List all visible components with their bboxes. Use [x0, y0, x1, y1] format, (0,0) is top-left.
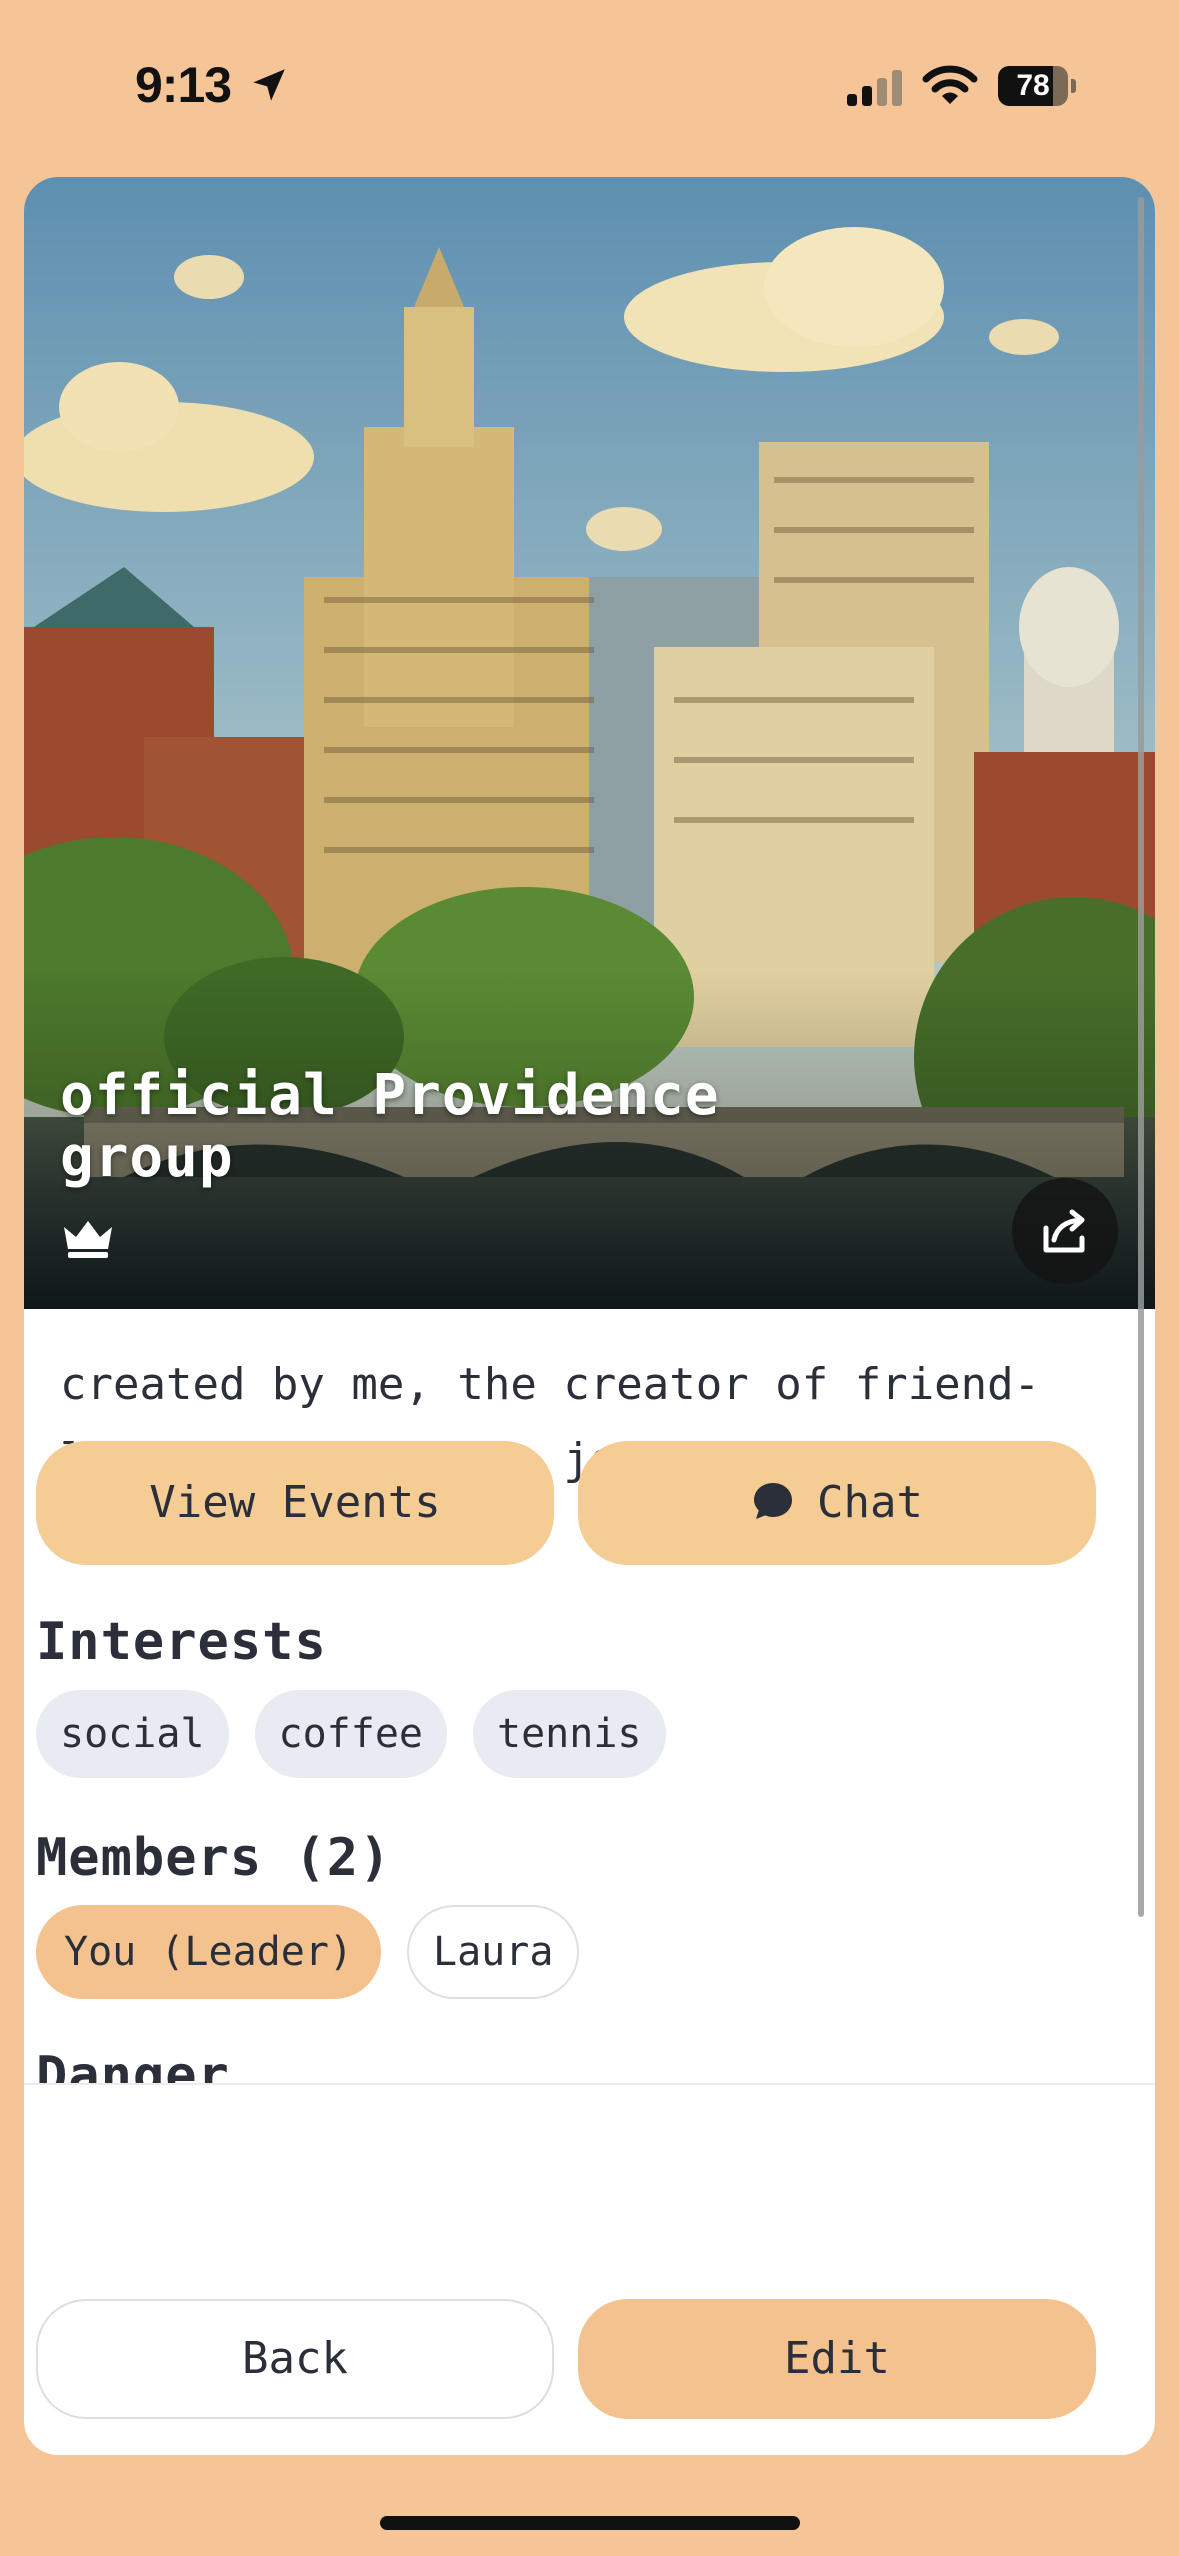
view-events-label: View Events: [149, 1477, 441, 1528]
edit-button[interactable]: Edit: [578, 2299, 1096, 2419]
share-icon: [1043, 1209, 1085, 1253]
battery-icon: 78: [998, 66, 1076, 106]
interest-chip: tennis: [473, 1690, 666, 1778]
scrollbar[interactable]: [1138, 197, 1144, 1917]
chat-button[interactable]: Chat: [578, 1441, 1096, 1565]
interest-chip: coffee: [254, 1690, 447, 1778]
danger-heading: Danger: [36, 2046, 230, 2106]
crown-icon: [64, 1221, 112, 1258]
status-time: 9:13: [135, 57, 232, 113]
share-button[interactable]: [1012, 1178, 1118, 1284]
signal-icon: [847, 70, 902, 106]
back-label: Back: [242, 2333, 348, 2384]
members-heading: Members (2): [36, 1828, 392, 1888]
group-card: official Providence group created by me,…: [24, 177, 1155, 2455]
battery-percent: 78: [1016, 69, 1050, 102]
group-title: official Providence group: [60, 1063, 720, 1190]
status-bar: 9:13 78: [0, 0, 1179, 170]
edit-label: Edit: [784, 2333, 890, 2384]
home-indicator[interactable]: [380, 2516, 800, 2530]
group-hero-image: official Providence group: [24, 177, 1155, 1309]
chat-bubble-icon: [754, 1483, 793, 1519]
member-chip-leader[interactable]: You (Leader): [36, 1905, 381, 1999]
back-button[interactable]: Back: [36, 2299, 554, 2419]
chat-label: Chat: [817, 1477, 923, 1528]
view-events-button[interactable]: View Events: [36, 1441, 554, 1565]
interests-list: social coffee tennis: [36, 1690, 666, 1778]
location-arrow-icon: [253, 69, 285, 101]
member-chip[interactable]: Laura: [406, 1905, 580, 1999]
interests-heading: Interests: [36, 1612, 327, 1672]
members-list: You (Leader) Laura: [36, 1905, 580, 1999]
wifi-icon: [922, 65, 978, 104]
interest-chip: social: [36, 1690, 229, 1778]
